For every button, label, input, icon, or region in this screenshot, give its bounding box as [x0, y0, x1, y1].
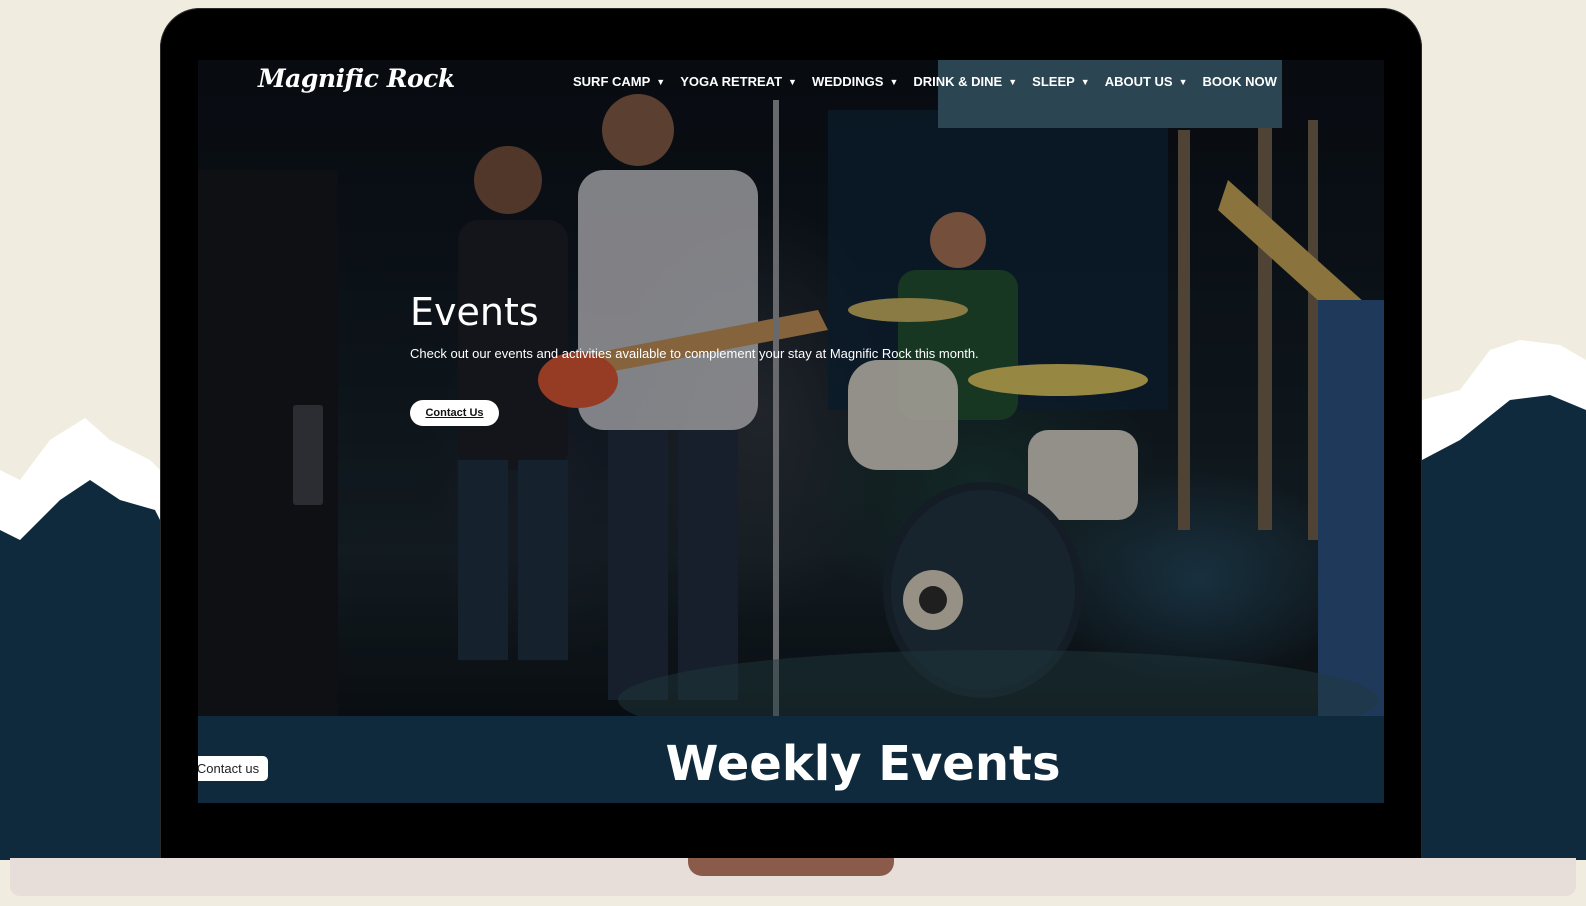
nav-item-about-us[interactable]: ABOUT US ▼ — [1105, 74, 1188, 89]
nav-item-surf-camp[interactable]: SURF CAMP ▼ — [573, 74, 665, 89]
hero-description: Check out our events and activities avai… — [410, 346, 979, 361]
laptop-notch — [688, 858, 894, 876]
chevron-down-icon: ▼ — [1178, 76, 1188, 87]
chevron-down-icon: ▼ — [889, 76, 899, 87]
nav-item-label: WEDDINGS — [811, 74, 884, 89]
contact-us-button[interactable]: Contact Us — [410, 400, 499, 426]
nav-item-label: YOGA RETREAT — [680, 74, 783, 89]
weekly-events-section: Weekly Events Contact us — [198, 716, 1384, 803]
nav-item-label: DRINK & DINE — [913, 74, 1003, 89]
nav-item-label: SLEEP — [1032, 74, 1075, 89]
nav-item-book-now[interactable]: BOOK NOW — [1203, 74, 1277, 89]
chevron-down-icon: ▼ — [1080, 76, 1090, 87]
hero-title: Events — [410, 290, 539, 334]
chevron-down-icon: ▼ — [656, 76, 666, 87]
chevron-down-icon: ▼ — [1008, 76, 1018, 87]
nav-item-label: ABOUT US — [1104, 74, 1173, 89]
section-title: Weekly Events — [665, 736, 1061, 792]
main-navigation: Magnific Rock SURF CAMP ▼ YOGA RETREAT ▼… — [198, 60, 1384, 104]
nav-item-yoga-retreat[interactable]: YOGA RETREAT ▼ — [680, 74, 797, 89]
band-photo — [198, 60, 1384, 716]
floating-contact-button[interactable]: Contact us — [198, 756, 268, 781]
nav-item-label: BOOK NOW — [1202, 74, 1277, 89]
hero-section: Magnific Rock SURF CAMP ▼ YOGA RETREAT ▼… — [198, 60, 1384, 716]
site-logo[interactable]: Magnific Rock — [258, 64, 455, 93]
nav-item-label: SURF CAMP — [573, 74, 651, 89]
nav-item-weddings[interactable]: WEDDINGS ▼ — [812, 74, 898, 89]
nav-menu: SURF CAMP ▼ YOGA RETREAT ▼ WEDDINGS ▼ DR… — [573, 74, 1292, 89]
website-screen: Magnific Rock SURF CAMP ▼ YOGA RETREAT ▼… — [198, 60, 1384, 803]
nav-item-sleep[interactable]: SLEEP ▼ — [1032, 74, 1090, 89]
chevron-down-icon: ▼ — [788, 76, 797, 87]
nav-item-drink-dine[interactable]: DRINK & DINE ▼ — [913, 74, 1017, 89]
